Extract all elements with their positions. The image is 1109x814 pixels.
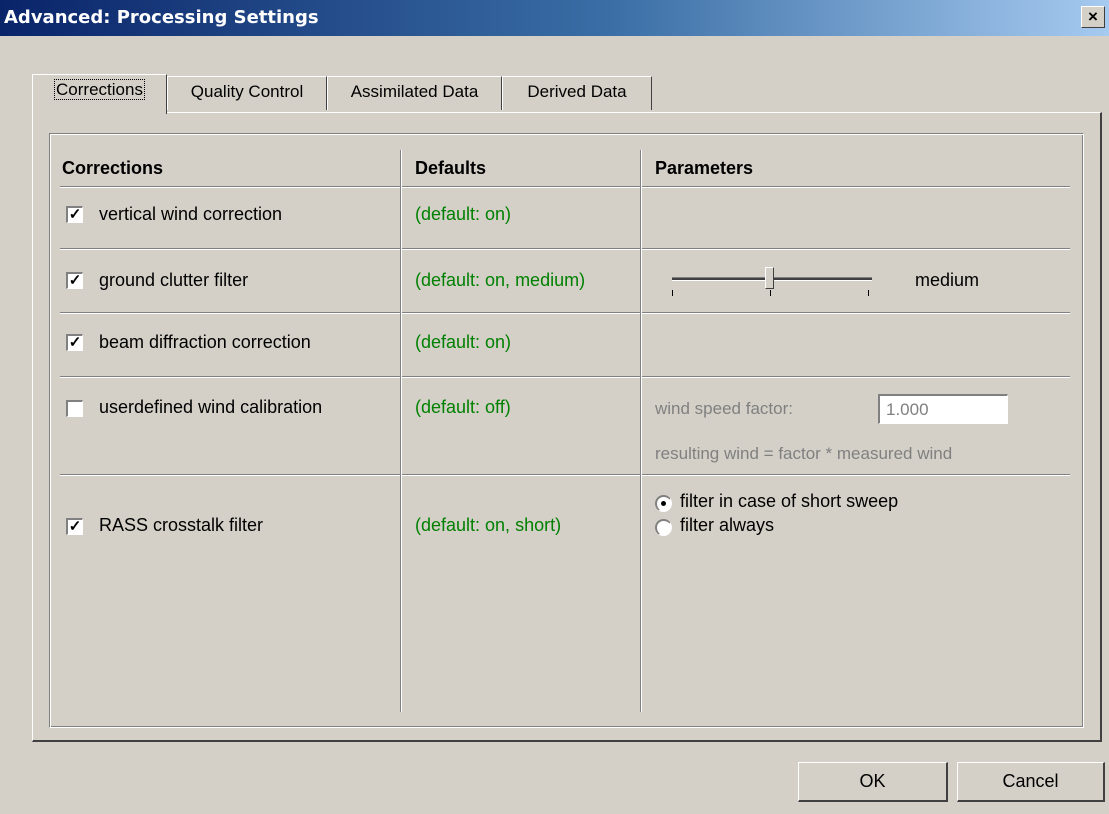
close-icon: ×: [1088, 7, 1098, 26]
corrections-group: Corrections Defaults Parameters ✓ vertic…: [49, 133, 1084, 728]
slider-thumb[interactable]: [765, 267, 774, 289]
userdefined-wind-calibration-checkbox[interactable]: [66, 400, 83, 417]
row-divider: [60, 186, 1070, 188]
beam-diffraction-correction-checkbox[interactable]: ✓: [66, 334, 83, 351]
tab-derived-data[interactable]: Derived Data: [502, 76, 652, 110]
rass-crosstalk-filter-default: (default: on, short): [415, 515, 562, 535]
tab-corrections-label: Corrections: [54, 79, 145, 100]
rass-crosstalk-filter-checkbox[interactable]: ✓: [66, 518, 83, 535]
filter-short-sweep-label: filter in case of short sweep: [680, 491, 899, 511]
check-mark-icon: ✓: [68, 518, 82, 535]
vertical-wind-correction-checkbox[interactable]: ✓: [66, 206, 83, 223]
cancel-button-label: Cancel: [1002, 771, 1059, 791]
row-divider: [60, 248, 1070, 250]
ground-clutter-slider-value: medium: [915, 270, 980, 290]
radio-selected-dot: [661, 501, 666, 506]
wind-speed-factor-label: wind speed factor:: [655, 399, 793, 418]
row-divider: [60, 474, 1070, 476]
userdefined-wind-calibration-label: userdefined wind calibration: [99, 397, 323, 417]
tab-assimilated-data[interactable]: Assimilated Data: [327, 76, 502, 110]
ok-button-label: OK: [859, 771, 886, 791]
slider-tick: [868, 290, 869, 296]
ground-clutter-filter-checkbox[interactable]: ✓: [66, 272, 83, 289]
filter-short-sweep-radio[interactable]: [655, 495, 672, 512]
tab-assimilated-data-label: Assimilated Data: [350, 82, 479, 101]
check-mark-icon: ✓: [68, 272, 82, 289]
tab-panel: Corrections Defaults Parameters ✓ vertic…: [32, 112, 1102, 742]
ground-clutter-filter-default: (default: on, medium): [415, 270, 586, 290]
tab-corrections[interactable]: Corrections: [32, 74, 167, 114]
row-divider: [60, 312, 1070, 314]
header-defaults: Defaults: [415, 158, 487, 178]
rass-crosstalk-filter-label: RASS crosstalk filter: [99, 515, 264, 535]
cancel-button[interactable]: Cancel: [957, 762, 1105, 802]
row-divider: [60, 376, 1070, 378]
filter-always-label: filter always: [680, 515, 775, 535]
ground-clutter-filter-label: ground clutter filter: [99, 270, 249, 290]
slider-tick: [672, 290, 673, 296]
close-button[interactable]: ×: [1081, 6, 1105, 28]
tab-derived-data-label: Derived Data: [527, 82, 627, 101]
column-divider: [640, 150, 642, 712]
tab-quality-control[interactable]: Quality Control: [167, 76, 327, 110]
tab-quality-control-label: Quality Control: [190, 82, 304, 101]
wind-calibration-note: resulting wind = factor * measured wind: [655, 444, 953, 463]
check-mark-icon: ✓: [68, 206, 82, 223]
wind-speed-factor-input[interactable]: 1.000: [878, 394, 1008, 424]
check-mark-icon: ✓: [68, 334, 82, 351]
vertical-wind-correction-default: (default: on): [415, 204, 512, 224]
slider-tick: [770, 290, 771, 296]
userdefined-wind-calibration-default: (default: off): [415, 397, 511, 417]
vertical-wind-correction-label: vertical wind correction: [99, 204, 283, 224]
ok-button[interactable]: OK: [798, 762, 948, 802]
header-corrections: Corrections: [62, 158, 164, 178]
header-parameters: Parameters: [655, 158, 754, 178]
title-bar: Advanced: Processing Settings ×: [0, 0, 1109, 36]
filter-always-radio[interactable]: [655, 519, 672, 536]
beam-diffraction-correction-label: beam diffraction correction: [99, 332, 311, 352]
window-title: Advanced: Processing Settings: [4, 7, 319, 28]
beam-diffraction-correction-default: (default: on): [415, 332, 512, 352]
column-divider: [400, 150, 402, 712]
